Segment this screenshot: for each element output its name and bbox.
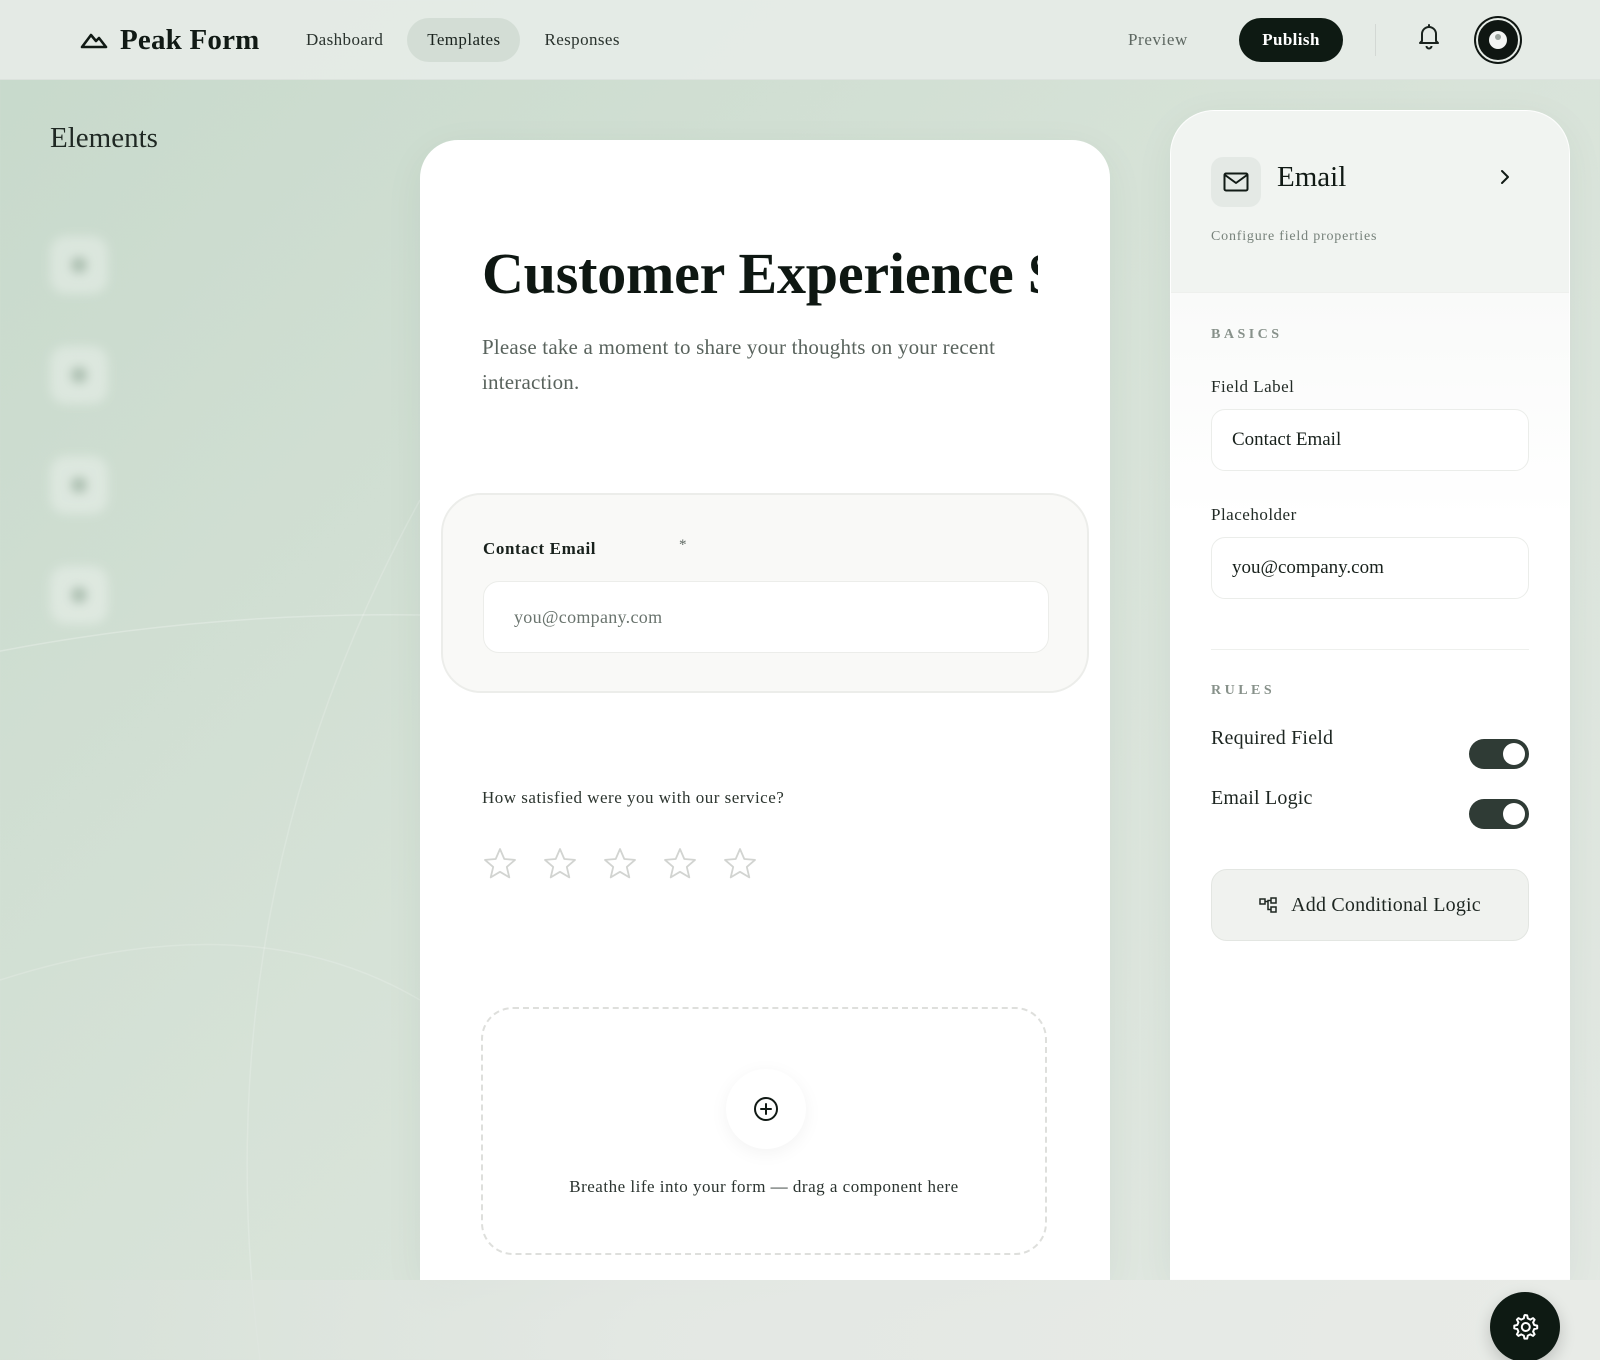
star-icon[interactable] <box>602 846 638 882</box>
rules-section-label: RULES <box>1211 683 1276 698</box>
form-canvas: Customer Experience Survey Please take a… <box>420 140 1110 1280</box>
gear-icon <box>1513 1314 1539 1340</box>
nav-templates[interactable]: Templates <box>407 18 521 62</box>
panel-header: Email Configure field properties <box>1171 111 1569 293</box>
panel-divider <box>1211 649 1529 650</box>
email-field-input[interactable] <box>483 581 1049 653</box>
bell-icon[interactable] <box>1416 22 1442 50</box>
component-dropzone[interactable]: Breathe life into your form — drag a com… <box>481 1007 1047 1255</box>
add-conditional-logic-label: Add Conditional Logic <box>1291 893 1481 916</box>
bottom-strip <box>0 1280 1600 1360</box>
plus-circle-icon <box>754 1097 778 1121</box>
nav-dashboard[interactable]: Dashboard <box>286 18 403 62</box>
form-description[interactable]: Please take a moment to share your thoug… <box>482 330 1042 400</box>
element-icon <box>50 456 108 514</box>
star-icon[interactable] <box>542 846 578 882</box>
main-nav: Dashboard Templates Responses <box>286 18 640 62</box>
mail-icon <box>1223 172 1249 192</box>
elements-title: Elements <box>50 122 158 154</box>
top-bar: Peak Form Dashboard Templates Responses … <box>0 0 1600 80</box>
required-mark: * <box>679 537 687 553</box>
star-icon[interactable] <box>662 846 698 882</box>
brand-name: Peak Form <box>120 23 260 56</box>
element-item[interactable] <box>50 210 126 320</box>
element-icon <box>50 566 108 624</box>
element-item[interactable] <box>50 540 126 650</box>
panel-icon-box <box>1211 157 1261 207</box>
element-icon <box>50 346 108 404</box>
star-rating <box>482 846 758 882</box>
publish-button[interactable]: Publish <box>1239 18 1343 62</box>
required-field-toggle[interactable] <box>1469 739 1529 769</box>
add-conditional-logic-button[interactable]: Add Conditional Logic <box>1211 869 1529 941</box>
settings-button[interactable] <box>1490 1292 1560 1360</box>
placeholder-label: Placeholder <box>1211 505 1297 524</box>
required-field-label: Required Field <box>1211 727 1334 749</box>
chevron-right-icon[interactable] <box>1497 169 1513 185</box>
email-logic-toggle[interactable] <box>1469 799 1529 829</box>
form-title[interactable]: Customer Experience Survey <box>482 238 1038 310</box>
field-label-label: Field Label <box>1211 377 1295 396</box>
preview-button[interactable]: Preview <box>1128 18 1188 62</box>
elements-list <box>50 210 126 650</box>
top-divider <box>1375 24 1376 56</box>
star-icon[interactable] <box>722 846 758 882</box>
email-field-card[interactable]: Contact Email * <box>441 493 1089 693</box>
element-item[interactable] <box>50 320 126 430</box>
field-label-input[interactable] <box>1211 409 1529 471</box>
avatar[interactable] <box>1476 18 1520 62</box>
basics-section-label: BASICS <box>1211 327 1283 342</box>
nav-responses[interactable]: Responses <box>524 18 639 62</box>
user-icon <box>1489 31 1507 49</box>
rating-question: How satisfied were you with our service? <box>482 788 785 807</box>
panel-subtitle: Configure field properties <box>1211 229 1378 244</box>
mountain-icon <box>80 33 108 49</box>
element-item[interactable] <box>50 430 126 540</box>
panel-title: Email <box>1277 161 1347 193</box>
star-icon[interactable] <box>482 846 518 882</box>
properties-panel: Email Configure field properties BASICS … <box>1170 110 1570 1280</box>
placeholder-input[interactable] <box>1211 537 1529 599</box>
dropzone-text: Breathe life into your form — drag a com… <box>569 1177 959 1196</box>
add-component-button[interactable] <box>726 1069 806 1149</box>
email-field-label: Contact Email <box>483 539 597 558</box>
brand[interactable]: Peak Form <box>80 22 260 58</box>
logic-branch-icon <box>1259 897 1277 913</box>
element-icon <box>50 236 108 294</box>
email-logic-label: Email Logic <box>1211 787 1313 809</box>
